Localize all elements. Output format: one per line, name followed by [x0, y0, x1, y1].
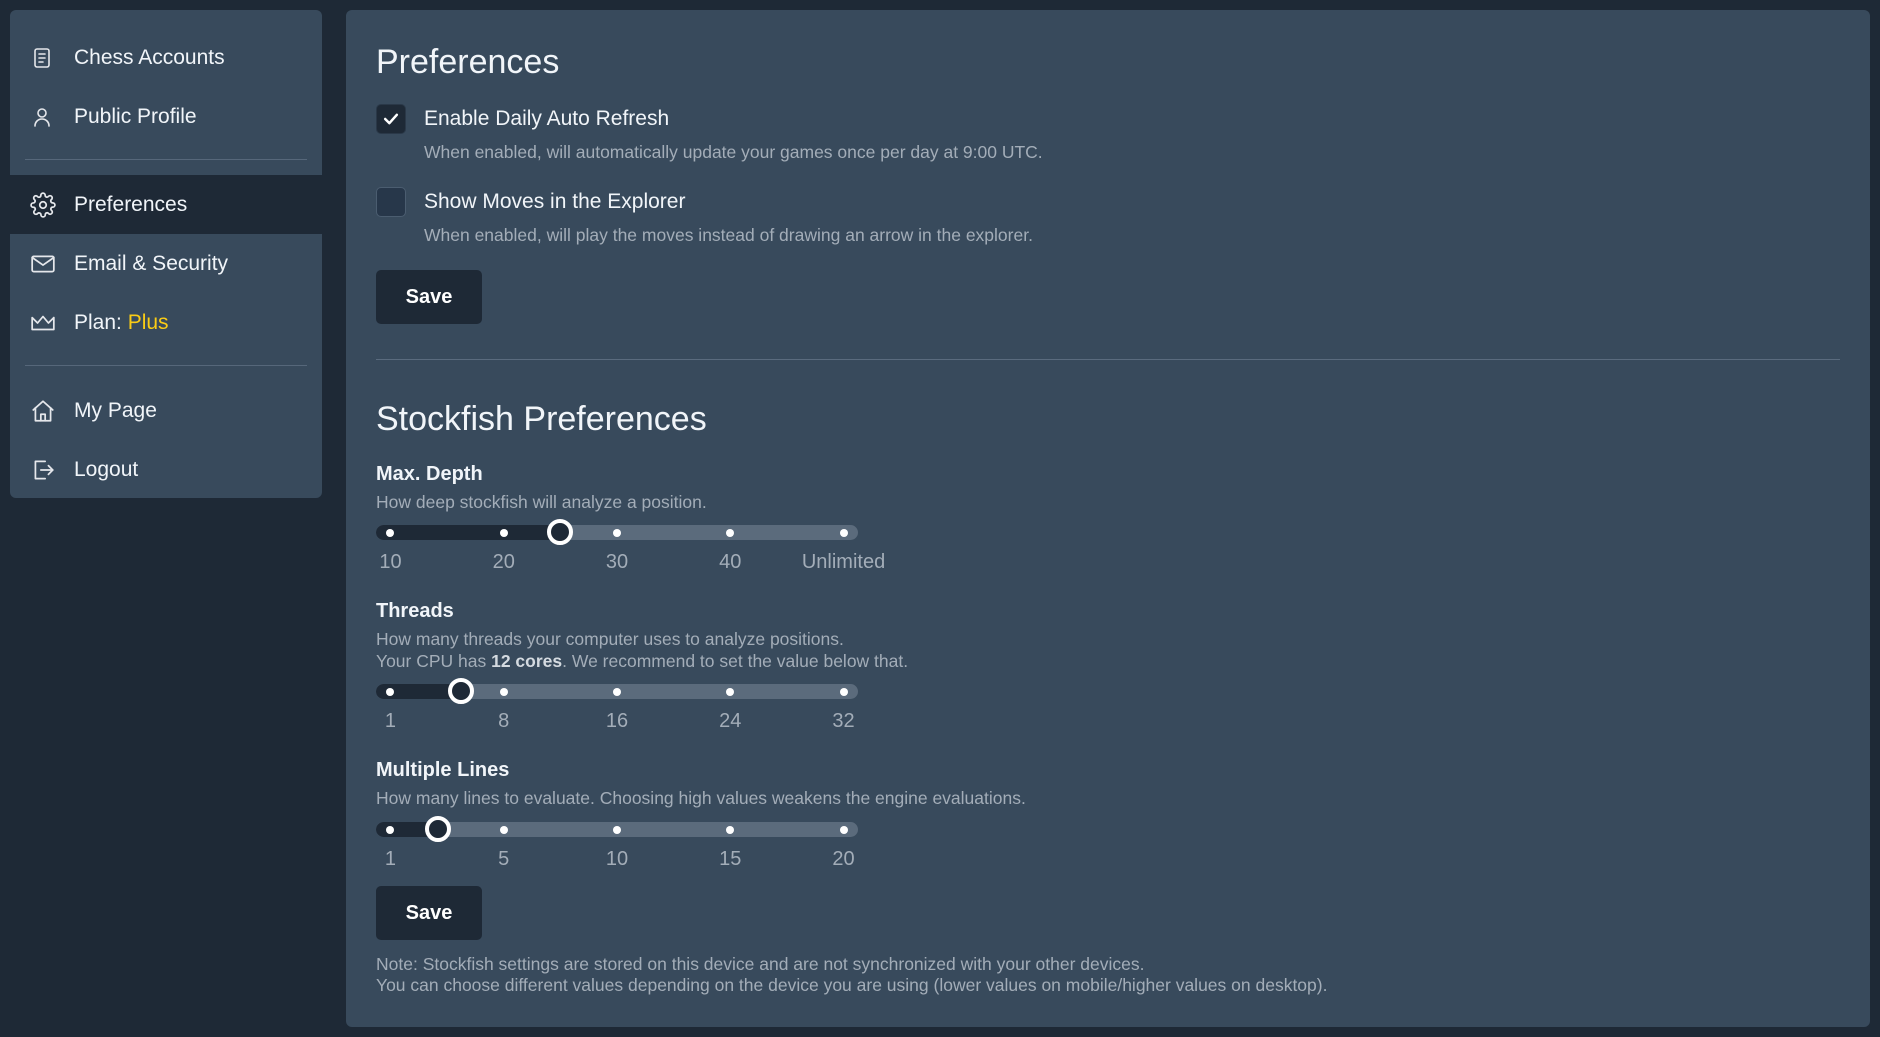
sidebar-item-plan[interactable]: Plan: Plus: [10, 293, 322, 352]
slider-tick-label: 20: [492, 551, 515, 573]
slider-tick-label: 8: [498, 710, 510, 732]
sidebar-item-preferences[interactable]: Preferences: [10, 175, 322, 234]
max-depth-slider[interactable]: [376, 519, 858, 545]
recommend-text: . We recommend to set the value below th…: [562, 651, 909, 671]
slider-tick-label: 40: [719, 551, 742, 573]
slider-tick-label: 16: [605, 710, 629, 732]
sidebar-item-label: Plan:: [74, 310, 128, 334]
sidebar-item-chess-accounts[interactable]: Chess Accounts: [10, 28, 322, 87]
gear-icon: [30, 191, 74, 219]
slider-tick: [839, 529, 848, 537]
threads-description-line2: Your CPU has 12 cores. We recommend to s…: [376, 650, 908, 672]
max-depth-tick-labels: 10 20 30 40 Unlimited: [376, 551, 885, 575]
auto-refresh-checkbox[interactable]: [376, 104, 406, 134]
sidebar-item-logout[interactable]: Logout: [10, 440, 322, 498]
sidebar-item-label: Email & Security: [74, 251, 229, 275]
home-icon: [30, 397, 74, 425]
stockfish-title: Stockfish Preferences: [376, 400, 707, 438]
slider-tick-label: 10: [605, 848, 629, 870]
slider-tick: [499, 826, 508, 834]
show-moves-description: When enabled, will play the moves instea…: [424, 225, 1033, 245]
sidebar-item-email-security[interactable]: Email & Security: [10, 234, 322, 293]
slider-thumb[interactable]: [547, 519, 574, 545]
max-depth-description: How deep stockfish will analyze a positi…: [376, 492, 707, 512]
sidebar-item-label: My Page: [74, 398, 157, 422]
multiple-lines-description: How many lines to evaluate. Choosing hig…: [376, 788, 1026, 808]
save-stockfish-button[interactable]: Save: [376, 886, 482, 940]
plan-badge: Plus: [127, 310, 169, 334]
slider-tick: [499, 529, 508, 537]
auto-refresh-description: When enabled, will automatically update …: [424, 142, 1043, 162]
slider-tick-label: 20: [832, 848, 855, 870]
multiple-lines-slider[interactable]: [376, 816, 858, 842]
sidebar-item-label: Chess Accounts: [74, 45, 225, 69]
main-panel: Preferences Enable Daily Auto Refresh Wh…: [346, 10, 1870, 1027]
slider-tick-label: 10: [379, 551, 402, 573]
threads-description-line1: How many threads your computer uses to a…: [376, 629, 844, 649]
slider-thumb[interactable]: [425, 816, 452, 842]
slider-fill: [376, 525, 561, 540]
note-line-1: Note: Stockfish settings are stored on t…: [376, 954, 1145, 974]
max-depth-label: Max. Depth: [376, 463, 483, 485]
page-title: Preferences: [376, 43, 560, 81]
user-icon: [30, 103, 74, 131]
multiple-lines-label: Multiple Lines: [376, 759, 510, 781]
slider-tick: [613, 826, 621, 834]
sidebar-item-label: Logout: [74, 457, 139, 481]
show-moves-option: Show Moves in the Explorer: [376, 187, 685, 217]
slider-tick-label: 5: [498, 848, 510, 870]
sidebar-item-label: Preferences: [74, 192, 188, 216]
threads-label: Threads: [376, 600, 454, 622]
sidebar-item-public-profile[interactable]: Public Profile: [10, 87, 322, 146]
note-line-2: You can choose different values dependin…: [376, 975, 1328, 995]
sidebar-item-my-page[interactable]: My Page: [10, 381, 322, 440]
slider-tick-label: 30: [605, 551, 629, 573]
slider-tick-label: 1: [384, 710, 397, 732]
cpu-core-count: 12 cores: [491, 651, 563, 671]
sidebar: Chess Accounts Public Profile Preference…: [10, 10, 322, 498]
slider-tick-label: 24: [719, 710, 742, 732]
multiple-lines-tick-labels: 1 5 10 15 20: [376, 848, 858, 872]
slider-tick-label: 32: [832, 710, 855, 732]
threads-description: How many threads your computer uses to a…: [376, 628, 908, 672]
check-icon: [383, 113, 399, 125]
crown-icon: [30, 309, 74, 337]
slider-tick: [613, 529, 621, 537]
slider-tick-label: Unlimited: [801, 551, 886, 573]
threads-slider[interactable]: [376, 678, 858, 704]
slider-tick: [839, 826, 848, 834]
slider-thumb[interactable]: [448, 678, 475, 704]
sidebar-item-label: Public Profile: [74, 104, 197, 128]
auto-refresh-option: Enable Daily Auto Refresh: [376, 104, 669, 134]
auto-refresh-label[interactable]: Enable Daily Auto Refresh: [424, 107, 669, 131]
slider-tick: [839, 688, 848, 696]
save-preferences-button[interactable]: Save: [376, 270, 482, 324]
slider-tick-label: 1: [384, 848, 397, 870]
show-moves-label[interactable]: Show Moves in the Explorer: [424, 190, 685, 214]
stockfish-note: Note: Stockfish settings are stored on t…: [376, 954, 1327, 996]
section-divider: [376, 359, 1840, 360]
document-icon: [30, 44, 74, 72]
logout-icon: [30, 456, 74, 484]
cpu-text: Your CPU has: [376, 651, 492, 671]
threads-tick-labels: 1 8 16 24 32: [376, 710, 858, 734]
slider-tick: [499, 688, 508, 696]
slider-tick-label: 15: [719, 848, 742, 870]
show-moves-checkbox[interactable]: [376, 187, 406, 217]
mail-icon: [30, 250, 74, 278]
slider-tick: [613, 688, 621, 696]
